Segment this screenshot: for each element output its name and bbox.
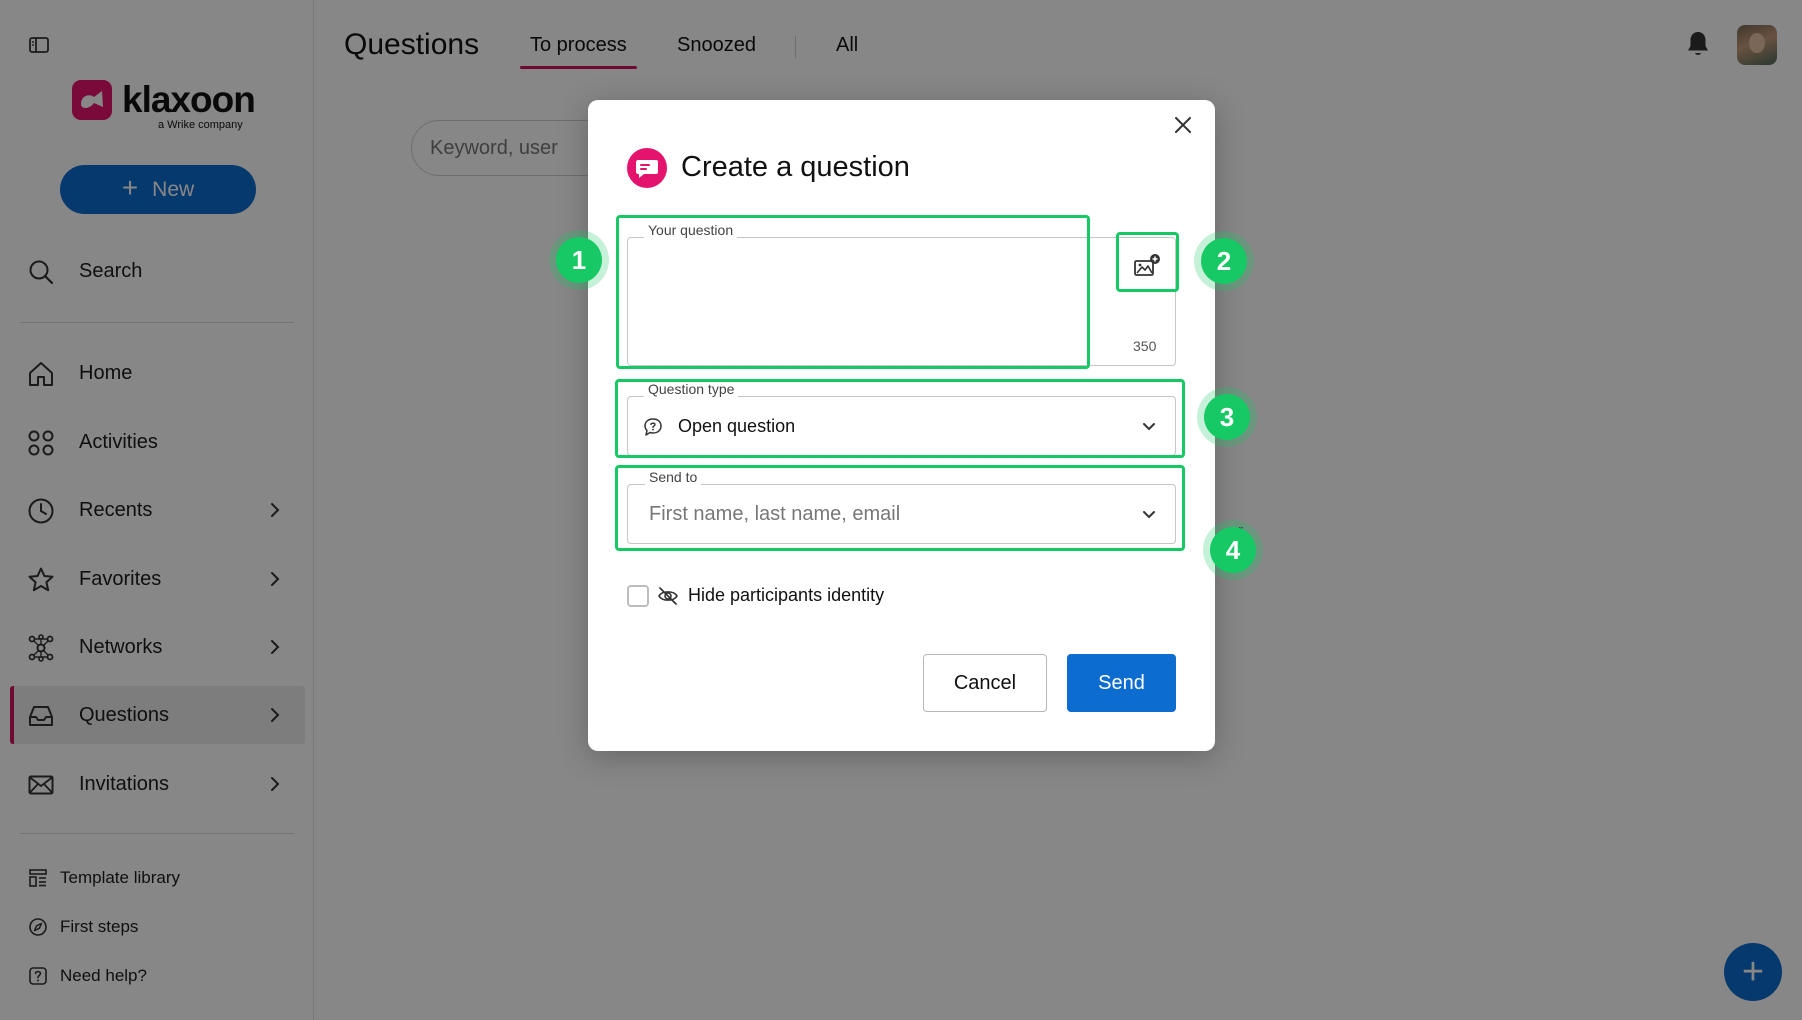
add-image-button[interactable] <box>1126 246 1166 286</box>
question-textarea[interactable] <box>627 237 1176 366</box>
question-field-label: Your question <box>644 222 738 238</box>
question-chat-icon <box>643 417 663 437</box>
chevron-down-icon <box>1141 420 1157 432</box>
hide-identity-label[interactable]: Hide participants identity <box>688 585 884 606</box>
hide-identity-checkbox[interactable] <box>627 585 649 607</box>
annotation-badge-1: 1 <box>556 237 602 283</box>
send-to-label: Send to <box>645 469 702 485</box>
dialog-title: Create a question <box>681 151 910 183</box>
chevron-down-icon <box>1141 508 1157 520</box>
annotation-badge-2: 2 <box>1201 238 1247 284</box>
character-count: 350 <box>1133 338 1157 354</box>
eye-off-icon <box>657 586 679 606</box>
send-button[interactable]: Send <box>1067 654 1176 712</box>
send-to-placeholder: First name, last name, email <box>649 502 901 525</box>
create-question-dialog: Create a question Your question 350 Open… <box>588 100 1215 751</box>
question-type-select[interactable]: Open question <box>627 396 1176 456</box>
cancel-button[interactable]: Cancel <box>923 654 1047 712</box>
annotation-badge-3: 3 <box>1204 394 1250 440</box>
add-image-icon <box>1126 254 1166 289</box>
question-bubble-icon <box>627 148 667 188</box>
close-button[interactable] <box>1170 112 1196 138</box>
close-icon <box>1170 117 1196 141</box>
send-to-select[interactable]: First name, last name, email <box>627 484 1176 544</box>
annotation-badge-4: 4 <box>1210 527 1256 573</box>
question-type-label: Question type <box>644 381 739 397</box>
question-type-value: Open question <box>678 415 796 436</box>
